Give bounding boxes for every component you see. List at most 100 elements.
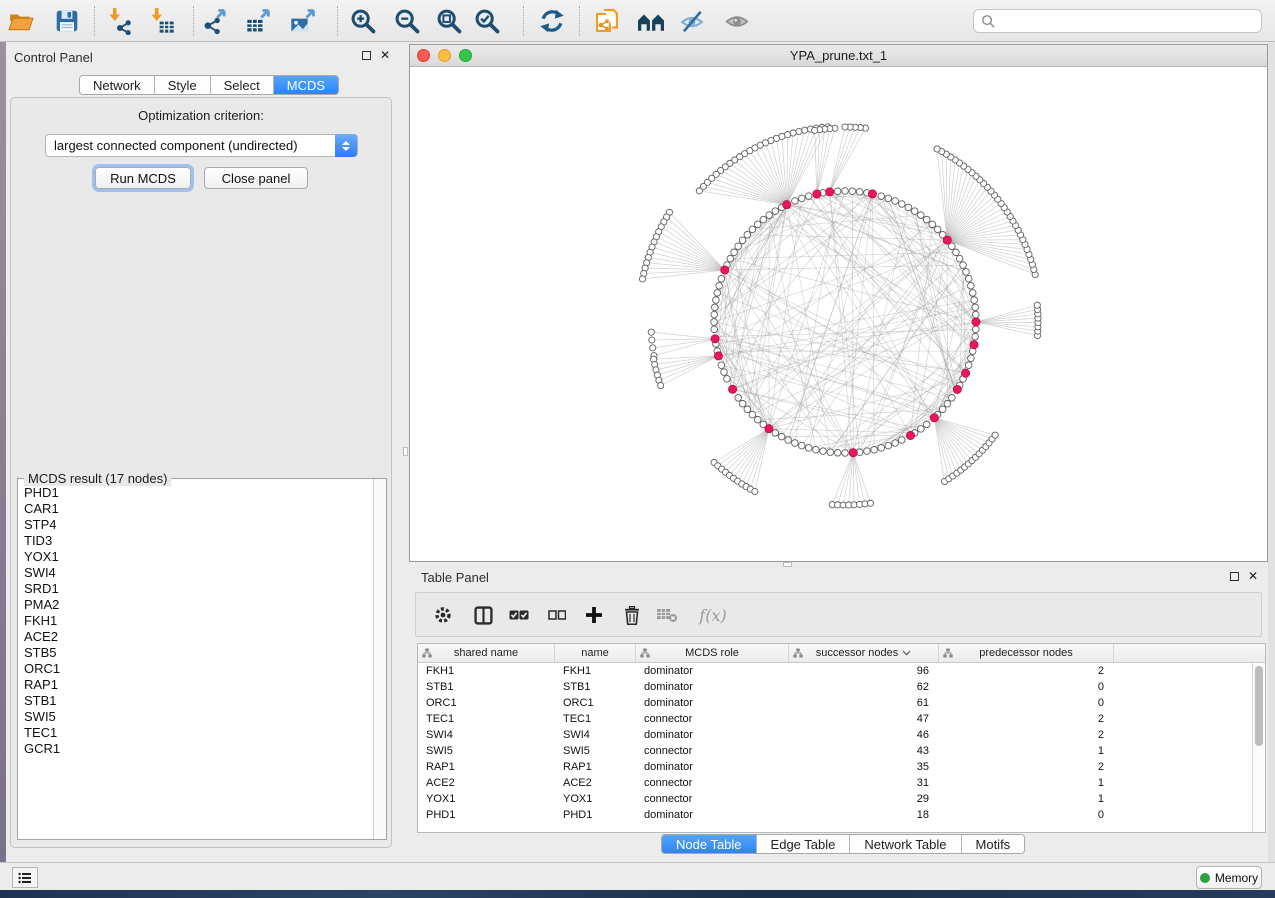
network-node[interactable] bbox=[744, 406, 751, 413]
network-node[interactable] bbox=[878, 193, 885, 200]
tab-motifs[interactable]: Motifs bbox=[962, 835, 1025, 853]
network-node[interactable] bbox=[711, 326, 718, 333]
network-node[interactable] bbox=[968, 355, 975, 362]
network-node[interactable] bbox=[711, 311, 718, 318]
split-panel-button[interactable] bbox=[470, 602, 496, 628]
mcds-result-item[interactable]: CAR1 bbox=[24, 501, 373, 517]
table-cell[interactable]: 1 bbox=[939, 791, 1114, 807]
table-cell[interactable]: 2 bbox=[939, 711, 1114, 727]
vertical-splitter[interactable] bbox=[402, 42, 409, 862]
network-edge[interactable] bbox=[976, 314, 1038, 322]
network-node[interactable] bbox=[639, 276, 645, 282]
column-header-MCDS-role[interactable]: MCDS role bbox=[636, 644, 789, 662]
delete-column-button[interactable] bbox=[619, 602, 645, 628]
network-node[interactable] bbox=[827, 449, 834, 456]
network-node[interactable] bbox=[892, 440, 899, 447]
network-node[interactable] bbox=[727, 255, 734, 262]
close-panel-icon[interactable]: ✕ bbox=[380, 50, 390, 61]
network-node[interactable] bbox=[965, 275, 972, 282]
network-node[interactable] bbox=[911, 208, 918, 215]
table-scrollbar[interactable] bbox=[1252, 663, 1265, 832]
table-row[interactable]: SWI5SWI5connector431 bbox=[418, 743, 1265, 759]
network-edge[interactable] bbox=[934, 418, 992, 439]
column-header-shared-name[interactable]: shared name bbox=[418, 644, 555, 662]
network-node[interactable] bbox=[972, 326, 979, 333]
mcds-result-item[interactable]: GCR1 bbox=[24, 741, 373, 757]
export-table-button[interactable] bbox=[244, 7, 274, 35]
network-node[interactable] bbox=[969, 290, 976, 297]
table-row[interactable]: PHD1PHD1dominator180 bbox=[418, 807, 1265, 823]
new-network-from-selection-button[interactable] bbox=[592, 7, 622, 35]
save-session-button[interactable] bbox=[52, 7, 82, 35]
network-node[interactable] bbox=[718, 275, 725, 282]
scrollbar-thumb[interactable] bbox=[1255, 666, 1263, 746]
network-node[interactable] bbox=[765, 425, 773, 433]
table-cell[interactable]: 43 bbox=[789, 743, 939, 759]
network-node[interactable] bbox=[961, 369, 969, 377]
network-edge[interactable] bbox=[714, 322, 743, 404]
table-cell[interactable]: 29 bbox=[789, 791, 939, 807]
network-edge[interactable] bbox=[725, 167, 787, 205]
mcds-result-list[interactable]: PHD1CAR1STP4TID3YOX1SWI4SRD1PMA2FKH1ACE2… bbox=[18, 480, 373, 839]
network-node[interactable] bbox=[714, 352, 722, 360]
network-node[interactable] bbox=[714, 290, 721, 297]
zoom-fit-button[interactable] bbox=[434, 7, 464, 35]
search-input[interactable] bbox=[973, 9, 1262, 33]
close-panel-button[interactable]: Close panel bbox=[204, 167, 308, 189]
delete-table-button[interactable] bbox=[654, 602, 680, 628]
network-node[interactable] bbox=[649, 337, 655, 343]
network-node[interactable] bbox=[864, 448, 871, 455]
network-edge[interactable] bbox=[976, 305, 1037, 322]
table-cell[interactable]: RAP1 bbox=[418, 759, 555, 775]
network-node[interactable] bbox=[923, 421, 930, 428]
network-edge[interactable] bbox=[769, 198, 802, 428]
table-cell[interactable]: dominator bbox=[636, 695, 789, 711]
column-header-name[interactable]: name bbox=[555, 644, 636, 662]
mcds-result-item[interactable]: ORC1 bbox=[24, 661, 373, 677]
network-node[interactable] bbox=[972, 333, 979, 340]
table-cell[interactable]: 31 bbox=[789, 775, 939, 791]
network-node[interactable] bbox=[721, 266, 729, 274]
table-cell[interactable]: 18 bbox=[789, 807, 939, 823]
apply-function-button[interactable]: f(x) bbox=[694, 602, 732, 628]
network-node[interactable] bbox=[778, 433, 785, 440]
table-cell[interactable]: 0 bbox=[939, 695, 1114, 711]
network-edge[interactable] bbox=[651, 332, 715, 339]
table-cell[interactable]: 96 bbox=[789, 663, 939, 679]
mcds-result-item[interactable]: PHD1 bbox=[24, 485, 373, 501]
table-cell[interactable]: dominator bbox=[636, 727, 789, 743]
network-edge[interactable] bbox=[787, 130, 805, 204]
network-node[interactable] bbox=[696, 188, 702, 194]
network-node[interactable] bbox=[772, 430, 779, 437]
network-node[interactable] bbox=[834, 449, 841, 456]
network-node[interactable] bbox=[744, 231, 751, 238]
network-node[interactable] bbox=[749, 226, 756, 233]
open-session-button[interactable] bbox=[6, 7, 36, 35]
mcds-result-item[interactable]: STP4 bbox=[24, 517, 373, 533]
table-cell[interactable]: SWI4 bbox=[418, 727, 555, 743]
network-edge[interactable] bbox=[652, 339, 715, 340]
network-edge[interactable] bbox=[830, 128, 861, 192]
network-node[interactable] bbox=[971, 297, 978, 304]
network-node[interactable] bbox=[956, 255, 963, 262]
table-cell[interactable]: ACE2 bbox=[418, 775, 555, 791]
table-cell[interactable]: 61 bbox=[789, 695, 939, 711]
network-edge[interactable] bbox=[740, 157, 787, 205]
table-row[interactable]: YOX1YOX1connector291 bbox=[418, 791, 1265, 807]
network-edge[interactable] bbox=[725, 270, 853, 453]
network-node[interactable] bbox=[868, 190, 876, 198]
network-node[interactable] bbox=[731, 249, 738, 256]
network-node[interactable] bbox=[949, 395, 956, 402]
network-edge[interactable] bbox=[830, 128, 866, 192]
network-edge[interactable] bbox=[707, 182, 786, 204]
network-edge[interactable] bbox=[654, 339, 715, 356]
network-node[interactable] bbox=[834, 188, 841, 195]
float-panel-icon[interactable] bbox=[362, 51, 371, 60]
network-node[interactable] bbox=[943, 236, 951, 244]
network-node[interactable] bbox=[735, 243, 742, 250]
table-cell[interactable]: dominator bbox=[636, 679, 789, 695]
table-row[interactable]: FKH1FKH1dominator962 bbox=[418, 663, 1265, 679]
network-node[interactable] bbox=[805, 193, 812, 200]
network-node[interactable] bbox=[842, 124, 848, 130]
table-cell[interactable]: dominator bbox=[636, 759, 789, 775]
